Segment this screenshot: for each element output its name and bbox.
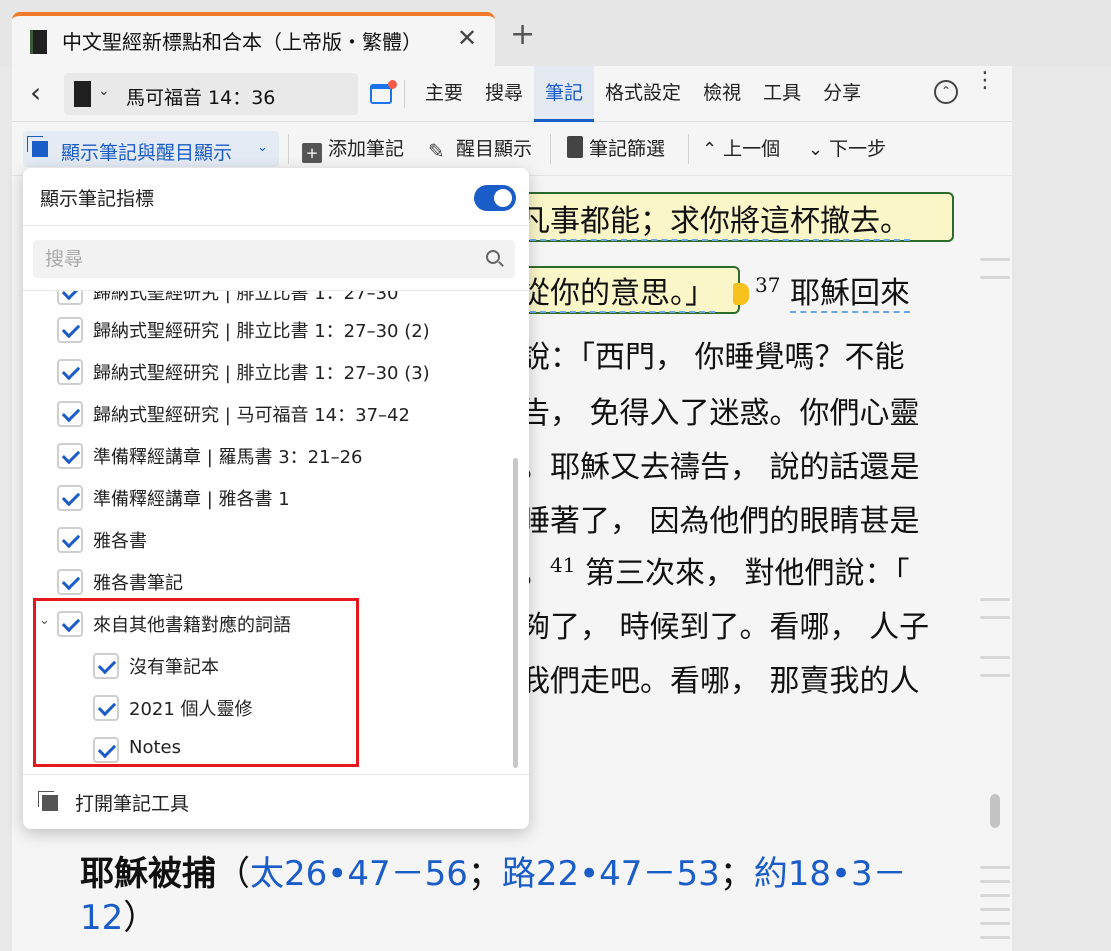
book-icon bbox=[30, 30, 47, 54]
previous-button[interactable]: ⌃ 上一個 bbox=[702, 132, 780, 166]
note-marker-icon[interactable] bbox=[733, 283, 749, 305]
add-note-icon: + bbox=[302, 143, 322, 163]
checkbox[interactable] bbox=[57, 359, 83, 385]
divider bbox=[288, 134, 289, 164]
note-filter-button[interactable]: 筆記篩選 bbox=[567, 132, 665, 166]
chevron-down-icon[interactable]: ⌄ bbox=[98, 83, 110, 99]
close-icon[interactable]: ✕ bbox=[457, 24, 477, 52]
verse-line[interactable]: 夠了， 時候到了。看哪， 人子 bbox=[520, 602, 929, 646]
verse-line[interactable]: 我們走吧。看哪， 那賣我的人 bbox=[520, 656, 920, 700]
menu-format[interactable]: 格式設定 bbox=[594, 66, 692, 122]
book-icon bbox=[74, 81, 91, 107]
checkbox[interactable] bbox=[57, 401, 83, 427]
menu-bar: 主要 搜尋 筆記 格式設定 檢視 工具 分享 bbox=[414, 66, 872, 122]
chevron-up-icon: ⌃ bbox=[702, 139, 718, 160]
more-options-icon[interactable]: ⋮ bbox=[974, 70, 996, 92]
dropdown-label: 顯示筆記與醒目顯示 bbox=[61, 142, 233, 164]
divider bbox=[404, 80, 405, 108]
verse-line[interactable]: 。41 第三次來， 對他們說：「 bbox=[520, 548, 910, 592]
add-note-button[interactable]: + 添加筆記 bbox=[302, 132, 404, 166]
checkbox[interactable] bbox=[57, 317, 83, 343]
cross-reference-link[interactable]: 太26•47－56 bbox=[250, 854, 468, 894]
list-item[interactable]: 雅各書筆記 bbox=[23, 561, 513, 603]
new-tab-button[interactable]: + bbox=[510, 20, 535, 50]
notes-indicator-toggle[interactable] bbox=[474, 185, 516, 211]
tab-bar: 中文聖經新標點和合本（上帝版・繁體） ✕ + bbox=[0, 0, 1111, 68]
reference-text[interactable]: 馬可福音 14：36 bbox=[126, 83, 275, 110]
tab-title: 中文聖經新標點和合本（上帝版・繁體） bbox=[62, 30, 422, 54]
layers-icon bbox=[42, 795, 58, 811]
popup-scrollbar[interactable] bbox=[513, 458, 518, 768]
back-button[interactable]: ‹ bbox=[30, 78, 41, 108]
notification-dot-icon bbox=[388, 80, 397, 89]
menu-notes[interactable]: 筆記 bbox=[534, 66, 595, 122]
list-item[interactable]: 準備釋經講章 | 羅馬書 3：21–26 bbox=[23, 435, 513, 477]
verse-line[interactable]: 凡事都能；求你將這杯撤去。 bbox=[520, 196, 910, 241]
reference-selector[interactable]: ⌄ 馬可福音 14：36 bbox=[64, 73, 358, 115]
next-button[interactable]: ⌄ 下一步 bbox=[808, 132, 886, 166]
checkbox[interactable] bbox=[57, 485, 83, 511]
checkbox[interactable] bbox=[57, 527, 83, 553]
document-tab[interactable]: 中文聖經新標點和合本（上帝版・繁體） ✕ bbox=[12, 12, 495, 68]
verse-number[interactable]: 41 bbox=[550, 553, 575, 577]
list-item[interactable]: 準備釋經講章 | 雅各書 1 bbox=[23, 477, 513, 519]
popup-header: 顯示筆記指標 bbox=[23, 168, 529, 226]
main-toolbar: ‹ ⌄ 馬可福音 14：36 主要 搜尋 筆記 格式設定 檢視 工具 分享 ⌃ … bbox=[12, 66, 1012, 122]
show-notes-dropdown[interactable]: 顯示筆記與醒目顯示 ⌄ bbox=[23, 131, 279, 167]
checkbox[interactable] bbox=[57, 443, 83, 469]
divider bbox=[550, 134, 551, 164]
menu-share[interactable]: 分享 bbox=[812, 66, 872, 122]
menu-search[interactable]: 搜尋 bbox=[474, 66, 534, 122]
verse-line[interactable]: 睡著了， 因為他們的眼睛甚是 bbox=[520, 496, 920, 540]
list-item[interactable]: 雅各書 bbox=[23, 519, 513, 561]
search-icon[interactable] bbox=[486, 250, 500, 264]
popup-search bbox=[33, 240, 515, 278]
section-heading: 耶穌被捕（太26•47－56；路22•47－53；約18•3－12） bbox=[80, 854, 907, 938]
list-item[interactable]: 歸納式聖經研究 | 腓立比書 1：27–30 (3) bbox=[23, 351, 513, 393]
verse-line[interactable]: 。耶穌又去禱告， 說的話還是 bbox=[520, 442, 920, 486]
verse-number[interactable]: 37 bbox=[755, 273, 780, 297]
scrollbar-thumb[interactable] bbox=[990, 794, 1000, 828]
chevron-down-icon: ⌄ bbox=[257, 140, 268, 155]
cross-reference-link[interactable]: 路22•47－53 bbox=[502, 854, 720, 894]
pen-icon: ✎ bbox=[428, 139, 445, 163]
page-minimap[interactable] bbox=[980, 186, 1014, 946]
verse-line[interactable]: 從你的意思。」 37 耶穌回來 bbox=[520, 268, 910, 313]
verse-line[interactable]: 告， 免得入了迷惑。你們心靈 bbox=[520, 388, 920, 432]
layers-icon bbox=[32, 141, 48, 157]
popup-title: 顯示筆記指標 bbox=[40, 188, 155, 210]
chevron-down-icon: ⌄ bbox=[808, 139, 824, 160]
open-notes-tool-button[interactable]: 打開筆記工具 bbox=[23, 774, 529, 829]
divider bbox=[688, 134, 689, 164]
checkbox[interactable] bbox=[57, 569, 83, 595]
annotation-callout-box bbox=[33, 598, 359, 767]
chevron-up-circle-icon[interactable]: ⌃ bbox=[934, 80, 958, 104]
checkbox[interactable] bbox=[57, 291, 83, 305]
list-item[interactable]: 歸納式聖經研究 | 马可福音 14：37–42 bbox=[23, 393, 513, 435]
list-item[interactable]: 歸納式聖經研究 | 腓立比書 1：27–30 (2) bbox=[23, 309, 513, 351]
menu-view[interactable]: 檢視 bbox=[692, 66, 752, 122]
menu-main[interactable]: 主要 bbox=[414, 66, 474, 122]
search-input[interactable] bbox=[33, 240, 473, 278]
verse-line[interactable]: 說：「西門， 你睡覺嗎？不能 bbox=[520, 332, 905, 376]
menu-tools[interactable]: 工具 bbox=[752, 66, 812, 122]
notebook-icon bbox=[567, 136, 583, 158]
highlight-button[interactable]: ✎ 醒目顯示 bbox=[428, 132, 532, 166]
